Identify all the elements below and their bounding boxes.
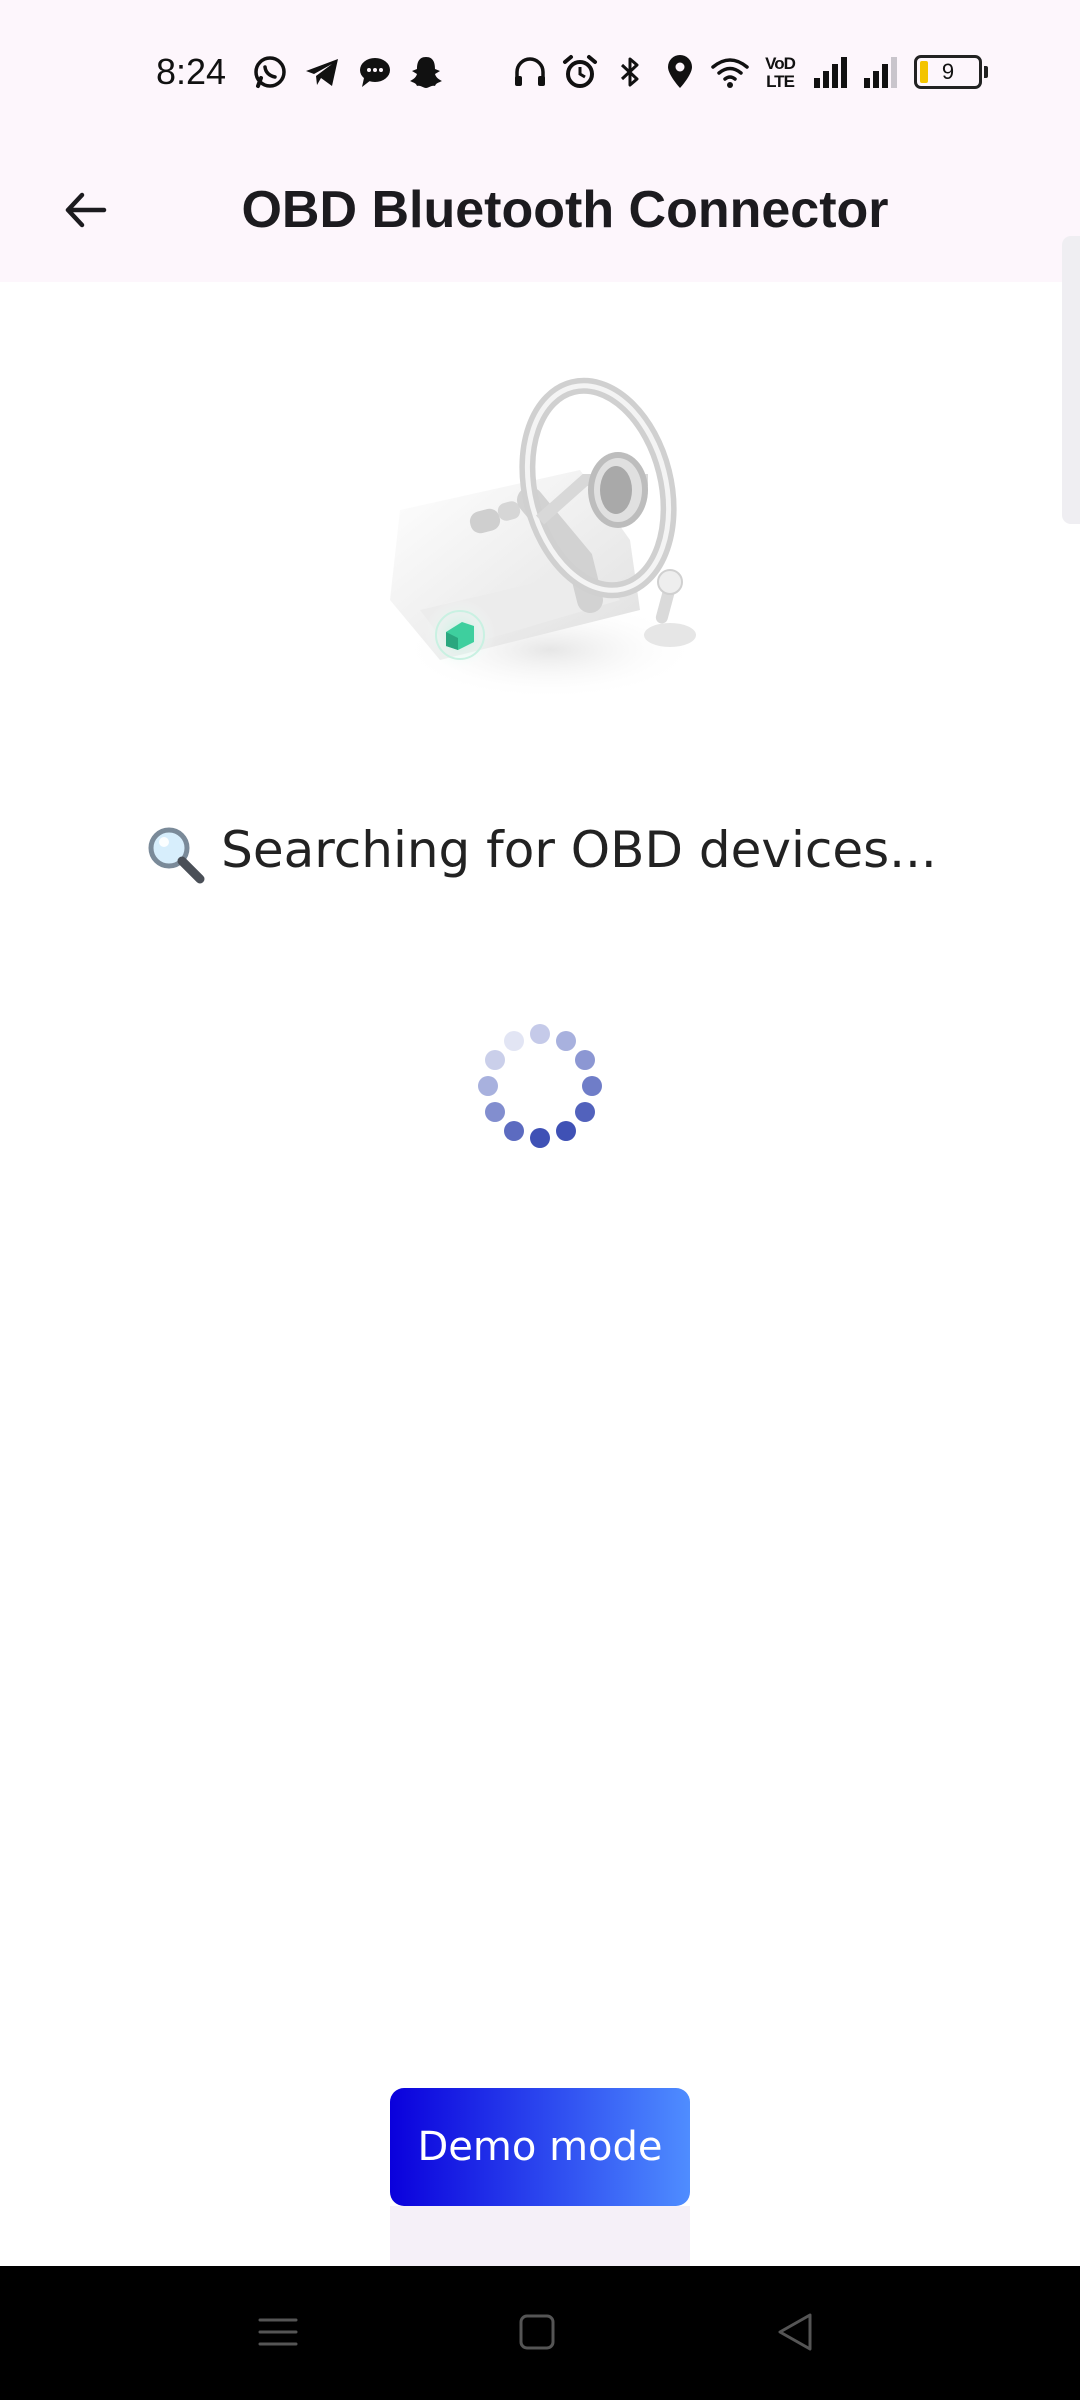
bluetooth-icon (610, 52, 650, 92)
spinner-dot (556, 1031, 576, 1051)
back-triangle-icon (778, 2313, 812, 2351)
search-status: Searching for OBD devices... (0, 810, 1080, 890)
spinner-dot (504, 1121, 524, 1141)
spinner-dot (575, 1102, 595, 1122)
home-button[interactable] (507, 2302, 567, 2362)
alarm-icon (560, 52, 600, 92)
chat-bubble-icon (354, 52, 394, 92)
menu-button[interactable] (248, 2302, 308, 2362)
snapchat-icon (406, 52, 446, 92)
navigation-bar (0, 2266, 1080, 2400)
spinner-dot (575, 1050, 595, 1070)
menu-icon (258, 2318, 298, 2346)
volte-icon: VoD LTE (760, 52, 800, 92)
spinner-dot (556, 1121, 576, 1141)
spinner-dot (485, 1102, 505, 1122)
scrollbar[interactable] (1062, 236, 1080, 524)
svg-text:VoD: VoD (765, 54, 795, 73)
screen: 8:24 VoD LTE 9 OBD Bluetooth Connector S… (0, 0, 1080, 2400)
search-status-text: Searching for OBD devices... (221, 821, 937, 879)
whatsapp-icon (250, 52, 290, 92)
status-bar: 8:24 VoD LTE 9 (0, 0, 1080, 140)
top-bar: 8:24 VoD LTE 9 OBD Bluetooth Connector (0, 0, 1080, 282)
spinner-dot (530, 1128, 550, 1148)
signal-icon (860, 52, 900, 92)
location-icon (660, 52, 700, 92)
notification-icons (250, 52, 446, 92)
spinner-dot (582, 1076, 602, 1096)
spinner-dot (504, 1031, 524, 1051)
demo-button-shadow (390, 2206, 690, 2266)
battery-icon: 9 (914, 55, 988, 89)
spinner-dot (478, 1076, 498, 1096)
steering-wheel-obd-illustration (380, 360, 720, 720)
loading-spinner (470, 1016, 610, 1156)
magnifying-glass-icon (143, 822, 207, 886)
page-title: OBD Bluetooth Connector (241, 181, 889, 239)
wifi-icon (710, 52, 750, 92)
svg-text:LTE: LTE (766, 72, 795, 91)
app-bar: OBD Bluetooth Connector (0, 140, 1080, 282)
telegram-icon (302, 52, 342, 92)
spinner-dot (485, 1050, 505, 1070)
demo-mode-button[interactable]: Demo mode (390, 2088, 690, 2206)
home-icon (519, 2314, 555, 2350)
back-nav-button[interactable] (766, 2302, 826, 2362)
battery-level: 9 (941, 59, 955, 84)
status-time: 8:24 (156, 51, 227, 92)
headphones-icon (510, 52, 550, 92)
system-icons: VoD LTE 9 (510, 52, 988, 92)
signal-icon (810, 52, 850, 92)
spinner-dot (530, 1024, 550, 1044)
